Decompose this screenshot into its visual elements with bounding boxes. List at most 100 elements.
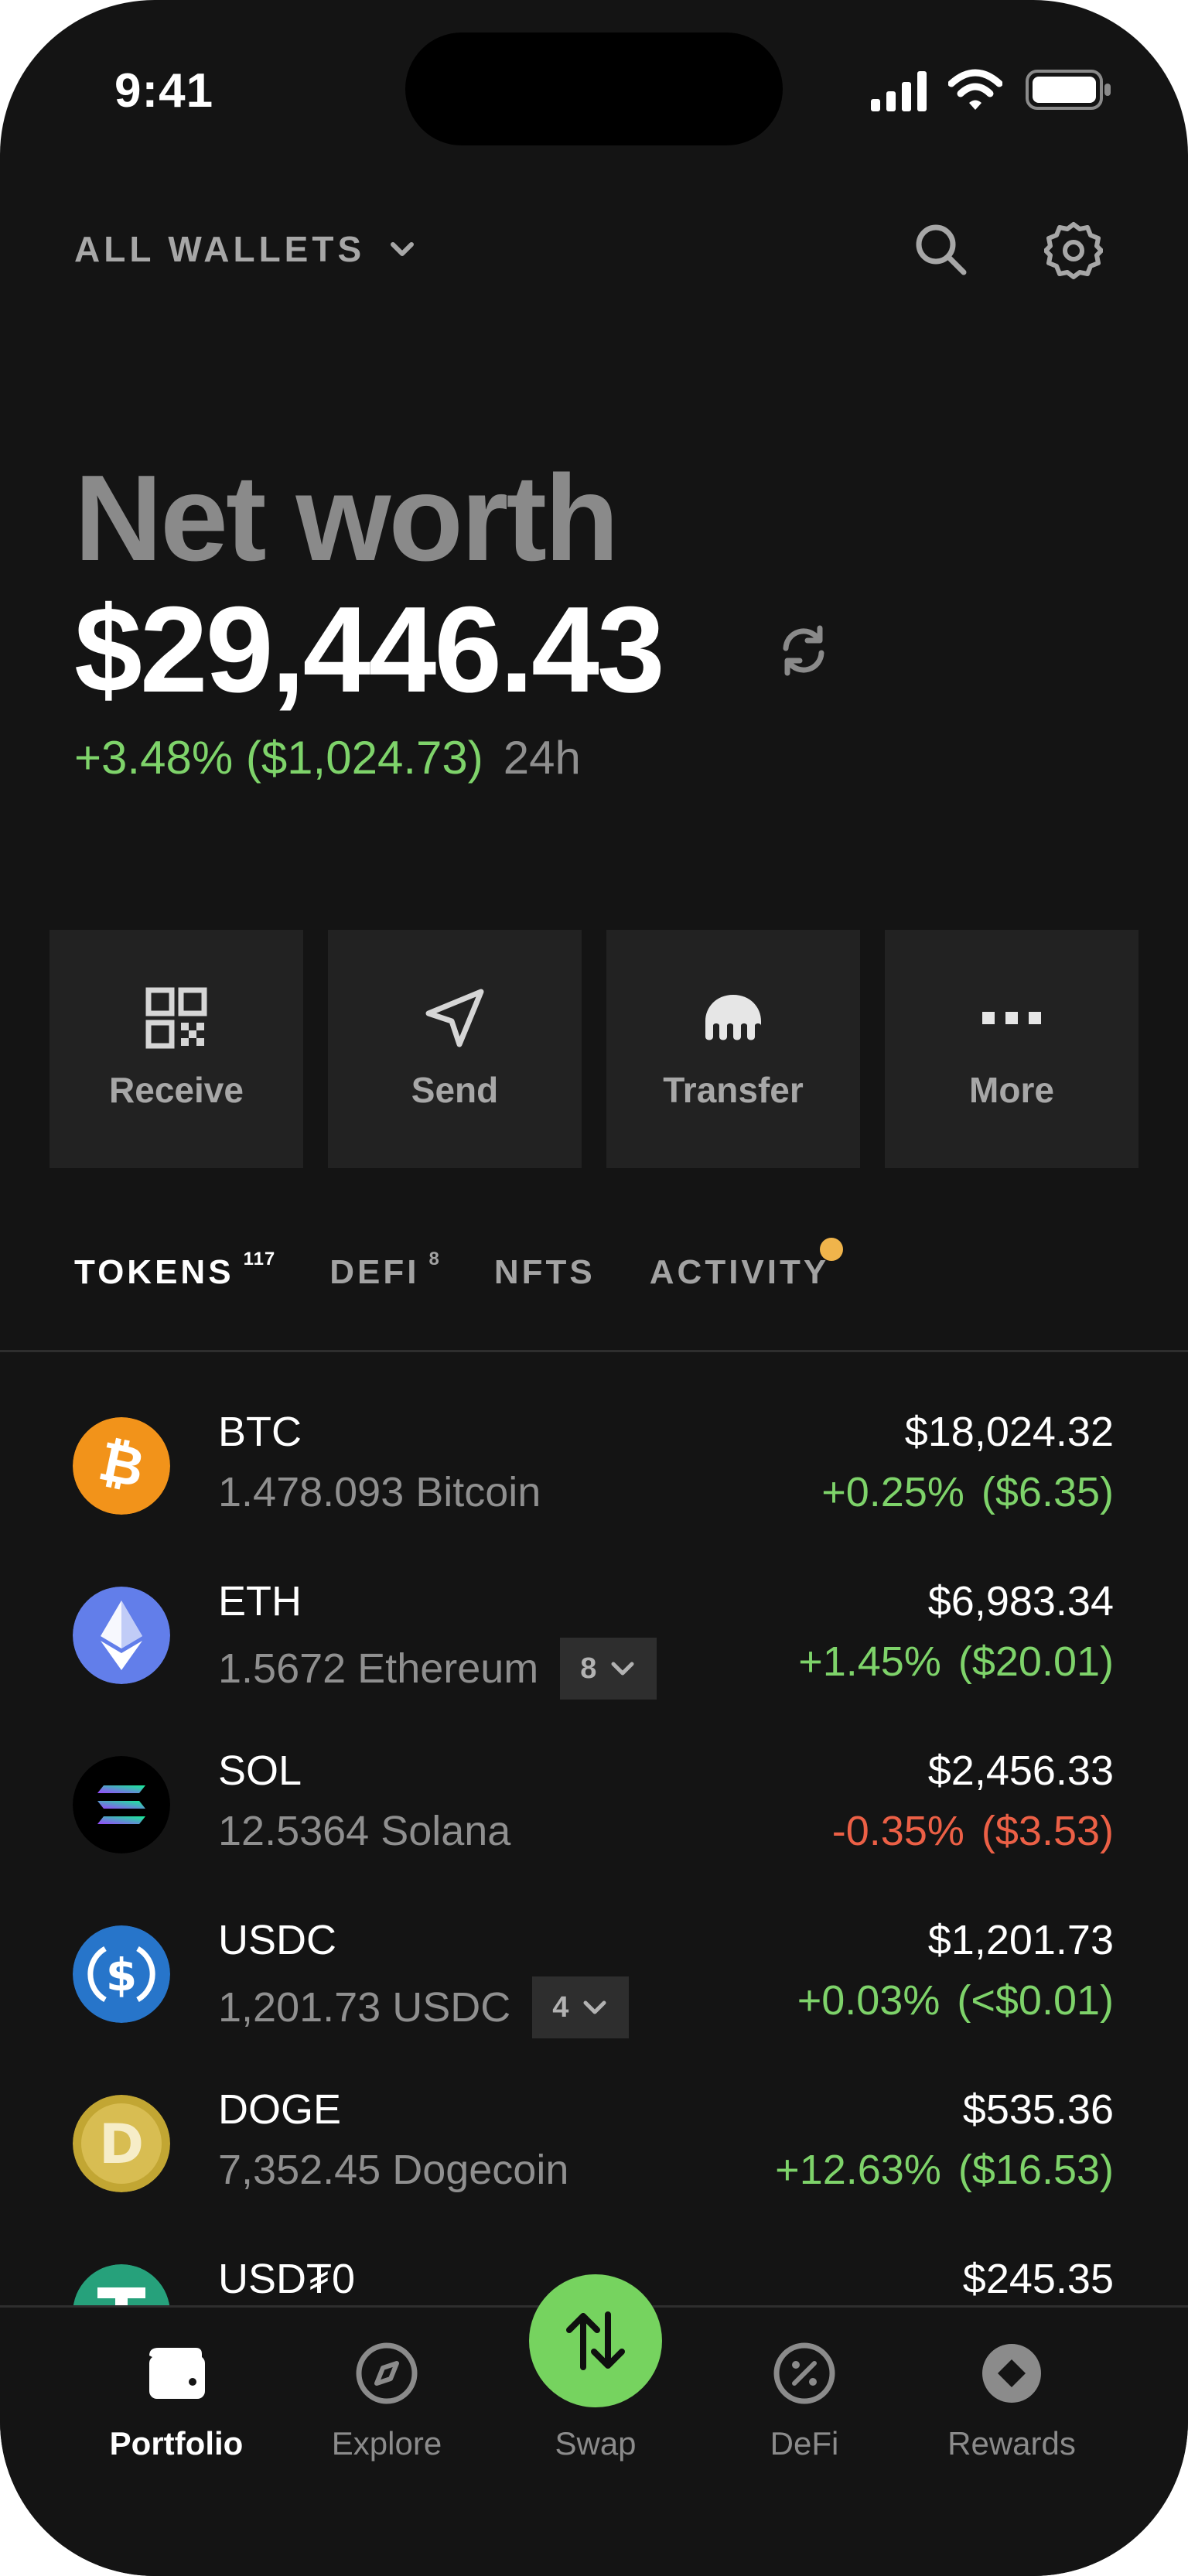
wallet-selector[interactable]: ALL WALLETS [74,228,418,270]
action-buttons: Receive Send Transfer More [50,930,1138,1168]
nav-explore-label: Explore [331,2425,442,2462]
token-symbol: BTC [218,1409,302,1455]
more-button[interactable]: More [885,930,1138,1168]
transfer-label: Transfer [663,1070,804,1110]
token-symbol: USDC [218,1917,337,1963]
swap-arrows-icon [566,2311,625,2370]
token-row-sol[interactable]: SOL 12.5364 Solana $2,456.33 -0.35% ($3.5… [0,1747,1188,1901]
signal-icon [871,71,927,111]
token-price: $18,024.32 [904,1409,1114,1455]
token-symbol: SOL [218,1748,302,1794]
gear-icon[interactable] [1044,221,1103,280]
token-balance-row: 12.5364 Solana [218,1807,510,1855]
token-change-pct: +0.03% [797,1977,940,2024]
search-icon[interactable] [913,221,968,277]
net-worth-period: 24h [503,732,581,784]
status-time: 9:41 [114,64,214,118]
token-row-eth[interactable]: ETH 1.5672 Ethereum 8 $6,983.34 +1.45% ($… [0,1577,1188,1732]
token-price: $6,983.34 [927,1578,1114,1625]
nav-rewards[interactable]: Rewards [919,2339,1104,2462]
battery-icon [1026,70,1111,110]
token-balance: 12.5364 Solana [218,1808,511,1854]
token-change-usd: (<$0.01) [957,1977,1114,2024]
token-change-usd: ($16.53) [958,2147,1114,2193]
tab-nfts[interactable]: NFTS [494,1253,596,1292]
ethereum-icon [73,1587,170,1684]
token-row-btc[interactable]: ₿ BTC 1.478.093 Bitcoin $18,024.32 +0.25… [0,1408,1188,1563]
qr-code-icon [145,987,207,1049]
token-change: +0.03% (<$0.01) [797,1976,1114,2024]
token-change: +0.25% ($6.35) [821,1468,1114,1516]
chevron-down-icon [583,2000,606,2014]
send-arrow-icon [425,989,484,1047]
tab-tokens-label: TOKENS [74,1253,234,1291]
rewards-icon [982,2344,1041,2403]
token-balance: 1.478.093 Bitcoin [218,1469,541,1515]
tab-defi[interactable]: DEFI 8 [329,1249,440,1292]
chevron-down-icon [391,242,415,256]
net-worth-change-row: +3.48% ($1,024.73) 24h [74,731,581,784]
nav-defi[interactable]: DeFi [712,2339,897,2462]
chains-dropdown[interactable]: 8 [560,1638,657,1700]
nav-swap-label: Swap [555,2425,637,2462]
solana-icon [73,1756,170,1853]
token-price: $1,201.73 [927,1917,1114,1963]
token-symbol: USD₮0 [218,2256,356,2302]
token-change-pct: +0.25% [821,1469,964,1515]
swap-button[interactable] [529,2274,662,2407]
percent-icon [773,2342,835,2404]
dynamic-island [405,32,783,145]
send-label: Send [411,1070,499,1110]
tab-defi-count: 8 [428,1249,440,1269]
chevron-down-icon [611,1662,634,1676]
token-balance: 7,352.45 Dogecoin [218,2147,569,2193]
token-change-usd: ($6.35) [981,1469,1114,1515]
token-balance-row: 1.478.093 Bitcoin [218,1468,541,1516]
token-symbol: ETH [218,1578,302,1625]
phone-screen: 9:41 ALL WALLETS Net worth $29,446.43 +3… [0,0,1188,2576]
token-change-usd: ($3.53) [981,1808,1114,1854]
activity-notification-dot [820,1238,843,1261]
token-price: $535.36 [962,2086,1114,2133]
svg-text:$: $ [106,1949,137,2001]
refresh-icon[interactable] [777,624,831,678]
receive-label: Receive [109,1070,244,1110]
token-change: +12.63% ($16.53) [775,2146,1114,2194]
bitcoin-icon: ₿ [73,1417,170,1515]
nav-defi-label: DeFi [770,2425,839,2462]
nav-portfolio-label: Portfolio [109,2425,244,2462]
token-change: +1.45% ($20.01) [798,1638,1114,1686]
chains-count: 4 [552,1990,569,2024]
token-balance: 1,201.73 USDC [218,1984,511,2031]
tab-defi-label: DEFI [329,1253,420,1291]
send-button[interactable]: Send [328,930,582,1168]
tab-tokens[interactable]: TOKENS 117 [74,1249,275,1292]
token-row-usdc[interactable]: $ USDC 1,201.73 USDC 4 $1,201.73 +0.03% (… [0,1916,1188,2071]
token-symbol: DOGE [218,2086,342,2133]
token-price: $2,456.33 [927,1748,1114,1794]
portfolio-tabs: TOKENS 117 DEFI 8 NFTS ACTIVITY [74,1249,829,1292]
compass-icon [356,2342,418,2404]
tab-tokens-count: 117 [243,1249,276,1269]
wifi-icon [948,69,1002,110]
svg-text:D: D [99,2113,144,2176]
token-change-usd: ($20.01) [958,1638,1114,1685]
tab-activity[interactable]: ACTIVITY [650,1253,829,1292]
nav-explore[interactable]: Explore [294,2339,480,2462]
net-worth-title: Net worth [74,450,620,586]
usdc-icon: $ [73,1925,170,2023]
chains-dropdown[interactable]: 4 [532,1976,630,2038]
token-balance-row: 1.5672 Ethereum 8 [218,1638,657,1700]
transfer-button[interactable]: Transfer [606,930,860,1168]
wallet-selector-label: ALL WALLETS [74,229,366,269]
token-change-pct: -0.35% [831,1808,964,1854]
net-worth-value: $29,446.43 [74,582,665,718]
wallet-icon [149,2348,205,2399]
chains-count: 8 [580,1652,597,1685]
receive-button[interactable]: Receive [50,930,303,1168]
token-row-doge[interactable]: D DOGE 7,352.45 Dogecoin $535.36 +12.63%… [0,2086,1188,2240]
token-change-pct: +1.45% [798,1638,941,1685]
token-balance-row: 7,352.45 Dogecoin [218,2146,568,2194]
more-label: More [969,1070,1054,1110]
nav-portfolio[interactable]: Portfolio [84,2339,269,2462]
